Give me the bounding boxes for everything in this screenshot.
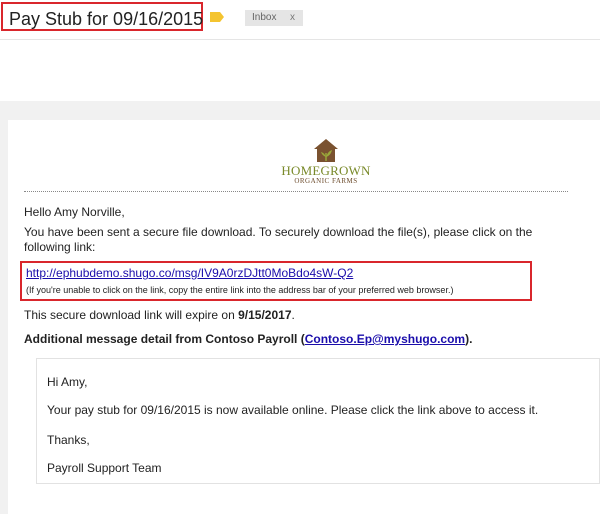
intro-line-1: You have been sent a secure file downloa… bbox=[24, 225, 533, 239]
company-logo: HOMEGROWN ORGANIC FARMS bbox=[278, 137, 374, 187]
greeting-text: Hello Amy Norville, bbox=[24, 205, 125, 219]
additional-prefix: Additional message detail from Contoso P… bbox=[24, 332, 305, 346]
sender-email-link[interactable]: Contoso.Ep@myshugo.com bbox=[305, 332, 465, 346]
logo-tagline: ORGANIC FARMS bbox=[294, 177, 358, 185]
email-header: Pay Stub for 09/16/2015 Inbox x bbox=[0, 0, 600, 40]
download-link-highlight: http://ephubdemo.shugo.co/msg/IV9A0rzDJt… bbox=[20, 261, 532, 301]
email-subject: Pay Stub for 09/16/2015 bbox=[9, 9, 204, 29]
remove-label-button[interactable]: x bbox=[290, 12, 295, 23]
expiration-text: This secure download link will expire on… bbox=[24, 308, 295, 322]
quoted-body: Your pay stub for 09/16/2015 is now avai… bbox=[47, 403, 539, 417]
secure-download-link[interactable]: http://ephubdemo.shugo.co/msg/IV9A0rzDJt… bbox=[26, 266, 353, 280]
expire-prefix: This secure download link will expire on bbox=[24, 308, 239, 322]
inbox-label-text: Inbox bbox=[252, 12, 277, 23]
label-tag-icon[interactable] bbox=[210, 12, 224, 22]
quoted-greeting: Hi Amy, bbox=[47, 375, 88, 389]
divider bbox=[24, 191, 568, 192]
subject-highlight: Pay Stub for 09/16/2015 bbox=[1, 2, 203, 31]
quoted-message: Hi Amy, Your pay stub for 09/16/2015 is … bbox=[36, 358, 600, 484]
expire-suffix: . bbox=[291, 308, 295, 322]
expire-date: 9/15/2017 bbox=[238, 308, 292, 322]
inbox-label-chip[interactable]: Inbox x bbox=[245, 10, 303, 26]
link-instructions: (If you're unable to click on the link, … bbox=[26, 285, 454, 295]
additional-detail-heading: Additional message detail from Contoso P… bbox=[24, 332, 472, 346]
quoted-thanks: Thanks, bbox=[47, 433, 90, 447]
additional-suffix: ). bbox=[465, 332, 473, 346]
quoted-signature: Payroll Support Team bbox=[47, 461, 162, 475]
intro-line-2: following link: bbox=[24, 240, 96, 254]
